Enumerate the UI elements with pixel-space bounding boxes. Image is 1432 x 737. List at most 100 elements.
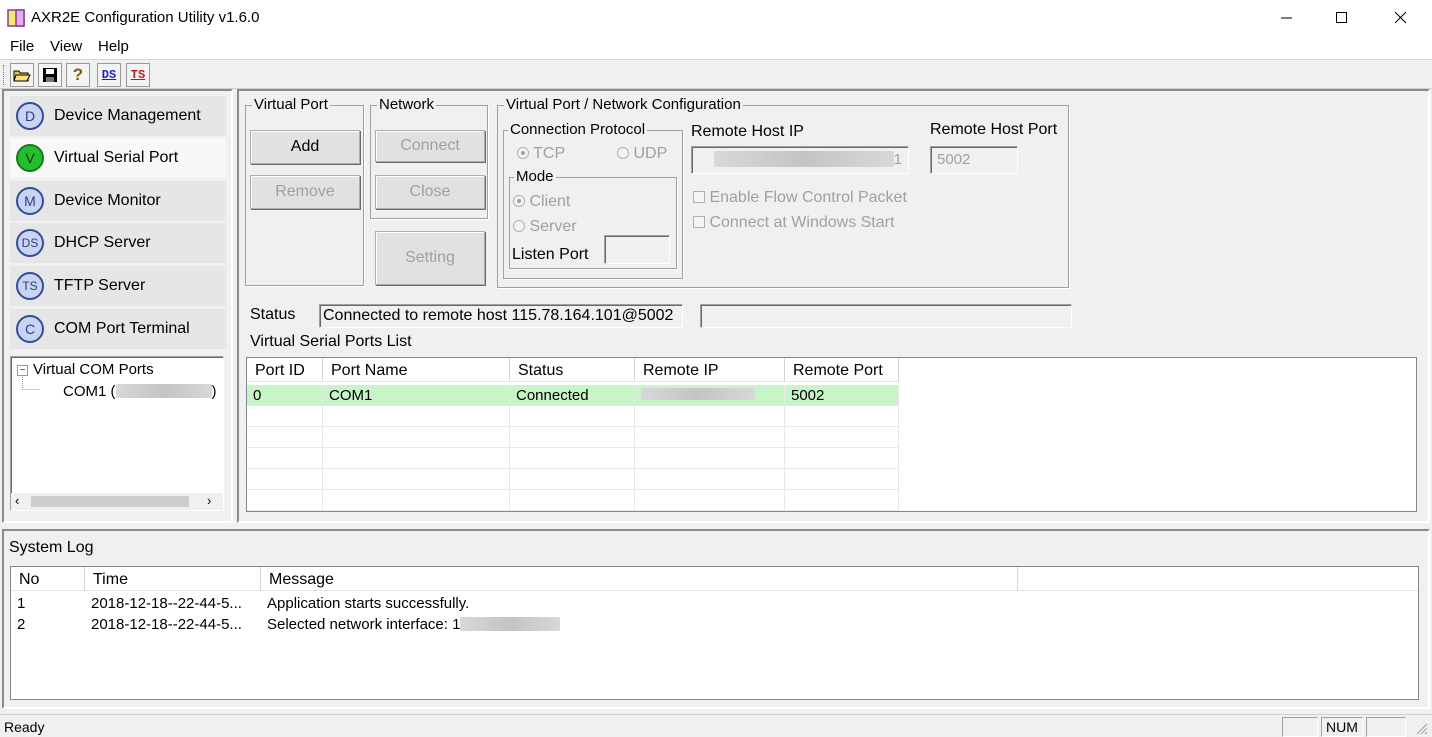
log-time: 2018-12-18--22-44-5... xyxy=(91,595,242,612)
table-row xyxy=(247,406,899,427)
redacted-block xyxy=(641,388,755,400)
column-remote-port[interactable]: Remote Port xyxy=(785,358,899,382)
scroll-left-icon[interactable]: ‹ xyxy=(15,493,19,508)
virtual-serial-port-icon: V xyxy=(16,144,44,172)
minimize-button[interactable] xyxy=(1264,0,1310,36)
nav-com-port-terminal[interactable]: C COM Port Terminal xyxy=(10,309,226,349)
log-time: 2018-12-18--22-44-5... xyxy=(91,616,242,633)
nav-tftp-server[interactable]: TS TFTP Server xyxy=(10,266,226,306)
navigation-pane: D Device Management V Virtual Serial Por… xyxy=(2,89,233,523)
save-icon xyxy=(43,68,57,82)
table-row xyxy=(247,490,899,511)
column-message[interactable]: Message xyxy=(261,567,1018,591)
radio-icon xyxy=(617,147,629,159)
nav-dhcp-server[interactable]: DS DHCP Server xyxy=(10,223,226,263)
status-extra xyxy=(700,304,1072,328)
remote-host-ip-label: Remote Host IP xyxy=(691,123,804,140)
close-connection-button[interactable]: Close xyxy=(375,175,485,209)
window-title: AXR2E Configuration Utility v1.6.0 xyxy=(31,9,260,26)
cell-status: Connected xyxy=(510,385,635,406)
radio-selected-icon xyxy=(517,147,529,159)
title-bar: AXR2E Configuration Utility v1.6.0 xyxy=(0,0,1432,36)
nav-label: Device Management xyxy=(54,107,201,124)
tcp-radio[interactable]: TCP xyxy=(517,145,565,163)
nav-device-management[interactable]: D Device Management xyxy=(10,96,226,136)
listen-port-input[interactable] xyxy=(604,235,670,264)
maximize-icon xyxy=(1336,12,1347,23)
resize-grip-icon[interactable] xyxy=(1414,721,1428,735)
column-status[interactable]: Status xyxy=(510,358,635,382)
help-button[interactable]: ? xyxy=(66,63,90,87)
nav-label: DHCP Server xyxy=(54,234,151,251)
ts-button[interactable]: TS xyxy=(126,63,150,87)
group-legend: Virtual Port xyxy=(252,96,330,113)
flow-control-checkbox[interactable]: Enable Flow Control Packet xyxy=(693,189,907,207)
ports-list-title: Virtual Serial Ports List xyxy=(250,333,412,350)
column-remote-ip[interactable]: Remote IP xyxy=(635,358,785,382)
tree-collapse-icon[interactable]: − xyxy=(17,365,28,376)
save-button[interactable] xyxy=(38,63,62,87)
nav-device-monitor[interactable]: M Device Monitor xyxy=(10,181,226,221)
connect-button[interactable]: Connect xyxy=(375,130,485,162)
maximize-button[interactable] xyxy=(1319,0,1365,36)
tree-root[interactable]: Virtual COM Ports xyxy=(33,361,154,378)
list-item[interactable]: 2 2018-12-18--22-44-5... Selected networ… xyxy=(11,614,1018,635)
table-row xyxy=(247,427,899,448)
add-button[interactable]: Add xyxy=(250,130,360,164)
remote-host-port-label: Remote Host Port xyxy=(930,121,1058,138)
redacted-block xyxy=(115,384,212,398)
tree-horizontal-scrollbar[interactable]: ‹ › xyxy=(11,493,223,510)
redacted-block xyxy=(460,617,561,631)
table-row[interactable]: 0 COM1 Connected 5002 xyxy=(247,385,899,406)
setting-button[interactable]: Setting xyxy=(375,231,485,285)
client-label: Client xyxy=(529,193,571,210)
column-time[interactable]: Time xyxy=(85,567,261,591)
app-icon xyxy=(7,9,25,27)
list-item[interactable]: 1 2018-12-18--22-44-5... Application sta… xyxy=(11,593,1018,614)
cell-port-id: 0 xyxy=(247,385,323,406)
remote-host-port-input[interactable]: 5002 xyxy=(930,146,1018,174)
log-message: Selected network interface: 1 xyxy=(261,614,1018,635)
cell-remote-ip xyxy=(635,385,785,406)
column-port-name[interactable]: Port Name xyxy=(323,358,510,382)
ports-list-header: Port ID Port Name Status Remote IP Remot… xyxy=(247,358,899,382)
tree-line-icon xyxy=(22,377,40,390)
scroll-right-icon[interactable]: › xyxy=(207,493,211,508)
menu-help[interactable]: Help xyxy=(98,38,129,55)
nav-virtual-serial-port[interactable]: V Virtual Serial Port xyxy=(10,138,226,178)
open-button[interactable] xyxy=(10,63,34,87)
system-log-list[interactable]: No Time Message 1 2018-12-18--22-44-5...… xyxy=(10,566,1419,700)
system-log-pane: System Log No Time Message 1 2018-12-18-… xyxy=(2,529,1430,709)
ds-button[interactable]: DS xyxy=(97,63,121,87)
remote-host-ip-input[interactable]: 1 xyxy=(691,146,909,174)
status-bar-text: Ready xyxy=(4,719,45,735)
close-button[interactable] xyxy=(1378,0,1424,36)
scrollbar-thumb[interactable] xyxy=(31,496,189,507)
menu-file[interactable]: File xyxy=(10,38,34,55)
log-message-text: Selected network interface: 1 xyxy=(267,616,461,633)
column-filler xyxy=(1018,567,1418,591)
column-no[interactable]: No xyxy=(11,567,85,591)
checkbox-icon xyxy=(693,191,705,203)
column-port-id[interactable]: Port ID xyxy=(247,358,323,382)
nav-label: Virtual Serial Port xyxy=(54,149,179,166)
virtual-serial-ports-list[interactable]: Port ID Port Name Status Remote IP Remot… xyxy=(246,357,1417,512)
virtual-com-ports-tree[interactable]: − Virtual COM Ports COM1 () ‹ › xyxy=(10,356,224,511)
udp-radio[interactable]: UDP xyxy=(617,145,667,163)
remove-button[interactable]: Remove xyxy=(250,175,360,209)
server-radio[interactable]: Server xyxy=(513,218,577,236)
open-folder-icon xyxy=(13,70,31,82)
log-list-header: No Time Message xyxy=(11,567,1418,591)
ds-icon: DS xyxy=(101,68,117,82)
remote-host-ip-value: 1 xyxy=(893,151,902,168)
menu-view[interactable]: View xyxy=(50,38,82,55)
tree-item-com1[interactable]: COM1 () xyxy=(63,383,217,400)
connect-startup-checkbox[interactable]: Connect at Windows Start xyxy=(693,214,894,232)
toolbar-grip xyxy=(3,65,6,85)
system-log-title: System Log xyxy=(9,539,94,556)
tree-item-label: COM1 ( xyxy=(63,383,116,400)
status-panel-caps xyxy=(1282,717,1318,737)
client-radio[interactable]: Client xyxy=(513,193,570,211)
menu-bar: File View Help xyxy=(0,36,1432,60)
minimize-icon xyxy=(1281,17,1292,19)
